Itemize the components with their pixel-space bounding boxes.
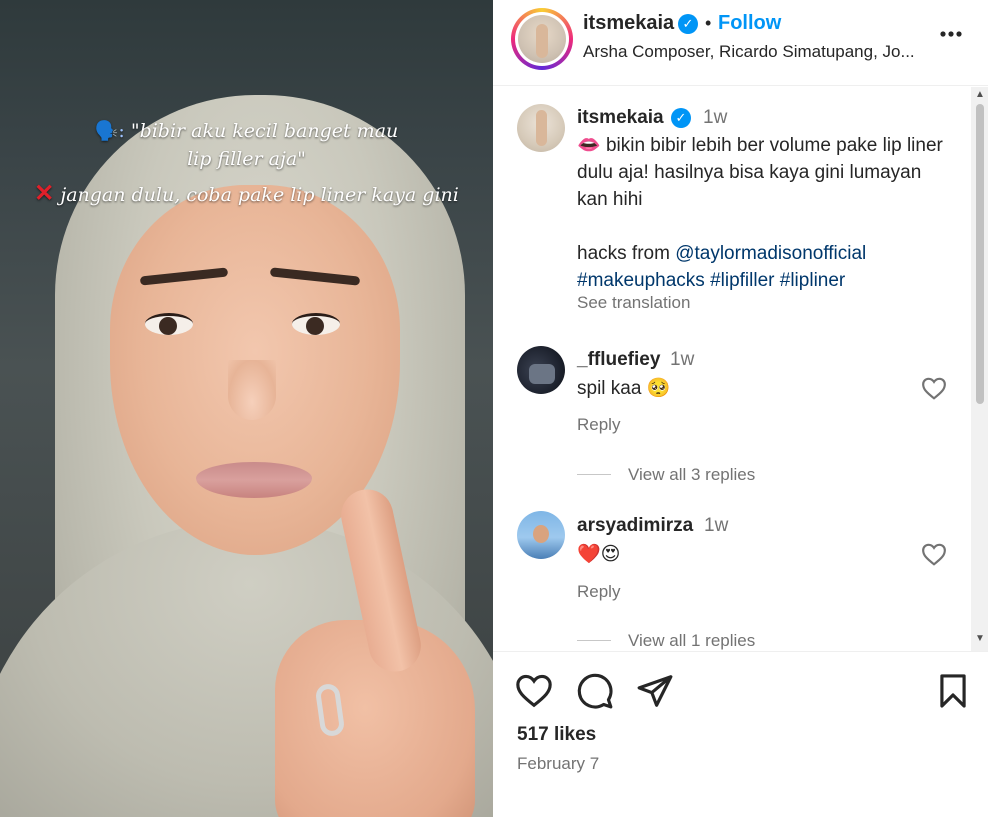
like-comment-heart-icon[interactable] xyxy=(921,376,947,400)
hacks-prefix: hacks from xyxy=(577,243,676,264)
audio-attribution[interactable]: Arsha Composer, Ricardo Simatupang, Jo..… xyxy=(583,42,915,62)
like-heart-icon[interactable] xyxy=(515,672,553,710)
video-caption-line-1: 🗣️: "bibir aku kecil banget mau xyxy=(0,117,493,145)
nose xyxy=(228,360,276,420)
mention-link[interactable]: @taylormadisonofficial xyxy=(675,243,866,264)
post-media[interactable]: 🗣️: "bibir aku kecil banget mau lip fill… xyxy=(0,0,493,817)
caption-text: 👄 bikin bibir lebih ber volume pake lip … xyxy=(577,132,957,213)
scroll-down-arrow-icon[interactable]: ▼ xyxy=(975,633,985,644)
left-eye xyxy=(145,313,193,335)
verified-badge-icon: ✓ xyxy=(678,14,698,34)
comment-body: spil kaa xyxy=(577,378,642,399)
view-replies-button[interactable]: View all 3 replies xyxy=(628,465,755,485)
scroll-up-arrow-icon[interactable]: ▲ xyxy=(975,89,985,100)
pleading-face-emoji-icon: 🥺 xyxy=(646,378,671,399)
comment-text: spil kaa 🥺 xyxy=(577,375,957,402)
caption-credits: hacks from @taylormadisonofficial xyxy=(577,240,957,267)
lips-emoji-icon: 👄 xyxy=(577,135,601,156)
verified-badge-icon: ✓ xyxy=(671,108,691,128)
caption-time: 1w xyxy=(703,107,728,128)
see-translation-button[interactable]: See translation xyxy=(577,293,690,313)
caption-text-3: jangan dulu, coba pake lip liner kaya gi… xyxy=(60,184,459,206)
share-send-icon[interactable] xyxy=(636,672,674,710)
commenter-avatar[interactable] xyxy=(517,511,565,559)
comment-username[interactable]: _ffluefiey xyxy=(577,349,660,371)
like-comment-heart-icon[interactable] xyxy=(921,542,947,566)
video-caption-line-2: lip filler aja" xyxy=(0,145,493,173)
caption-username[interactable]: itsmekaia xyxy=(577,107,664,129)
comments-scroll-area[interactable]: itsmekaia ✓ 1w 👄 bikin bibir lebih ber v… xyxy=(493,87,988,652)
comment-time: 1w xyxy=(670,349,695,370)
post-action-bar xyxy=(493,660,988,720)
cross-mark-icon: ✕ xyxy=(34,178,55,207)
more-options-icon[interactable] xyxy=(939,20,963,53)
reply-button[interactable]: Reply xyxy=(577,415,620,435)
reply-button[interactable]: Reply xyxy=(577,582,620,602)
comment-bubble-icon[interactable] xyxy=(576,672,614,710)
separator-dot: • xyxy=(705,13,712,33)
comment-text: ❤️😍 xyxy=(577,541,957,568)
commenter-avatar[interactable] xyxy=(517,346,565,394)
scrollbar-thumb[interactable] xyxy=(976,104,984,404)
comment-username[interactable]: arsyadimirza xyxy=(577,515,693,537)
post-details-panel: itsmekaia ✓ • Follow Arsha Composer, Ric… xyxy=(493,0,988,817)
heart-eyes-emoji-icon: ❤️😍 xyxy=(577,544,621,565)
author-avatar[interactable] xyxy=(511,8,573,70)
post-date: February 7 xyxy=(517,754,600,773)
caption-text-2: lip filler aja" xyxy=(187,148,306,170)
caption-body: bikin bibir lebih ber volume pake lip li… xyxy=(577,135,943,210)
view-replies-button[interactable]: View all 1 replies xyxy=(628,631,755,651)
follow-button[interactable]: Follow xyxy=(718,12,781,35)
right-eye xyxy=(292,313,340,335)
save-bookmark-icon[interactable] xyxy=(934,672,972,710)
post-header: itsmekaia ✓ • Follow Arsha Composer, Ric… xyxy=(493,0,988,86)
author-username[interactable]: itsmekaia xyxy=(583,12,674,35)
caption-author-avatar[interactable] xyxy=(517,104,565,152)
scrollbar[interactable]: ▲ ▼ xyxy=(971,87,988,651)
comment-time: 1w xyxy=(704,515,729,536)
video-caption-line-3: ✕ jangan dulu, coba pake lip liner kaya … xyxy=(0,179,493,209)
replies-divider xyxy=(577,640,611,641)
replies-divider xyxy=(577,474,611,475)
caption-text-1: "bibir aku kecil banget mau xyxy=(130,120,399,142)
likes-count[interactable]: 517 likes xyxy=(517,724,596,746)
hashtags[interactable]: #makeuphacks #lipfiller #lipliner xyxy=(577,267,957,294)
speaking-head-icon: 🗣️: xyxy=(94,120,125,142)
